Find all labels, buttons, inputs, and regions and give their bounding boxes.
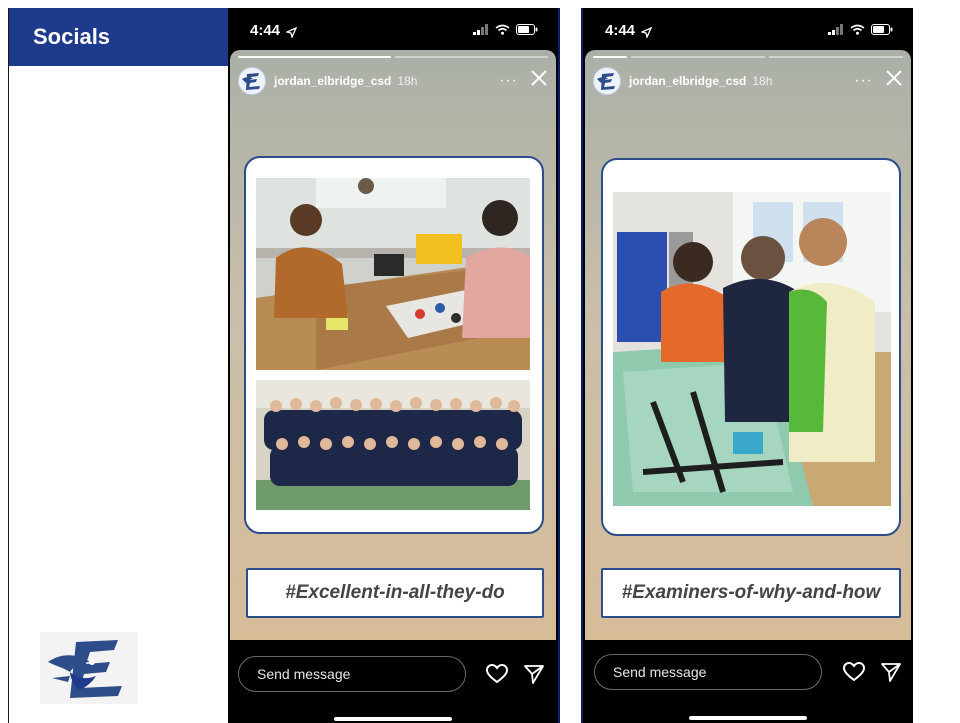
wifi-icon [495, 22, 510, 39]
photo-card [244, 156, 544, 534]
signal-icon [828, 22, 844, 39]
send-message-input[interactable]: Send message [594, 654, 822, 690]
story-user-row: jordan_elbridge_csd 18h ··· [238, 66, 548, 96]
status-bar: 4:44 [583, 8, 913, 52]
location-arrow-icon [285, 25, 298, 42]
more-icon[interactable]: ··· [499, 72, 518, 90]
post-age: 18h [752, 74, 773, 88]
status-time: 4:44 [605, 22, 636, 39]
post-age: 18h [397, 74, 418, 88]
username[interactable]: jordan_elbridge_csd [274, 74, 391, 88]
heart-icon[interactable] [485, 663, 509, 689]
story-progress [593, 56, 903, 58]
battery-icon [871, 22, 893, 39]
close-icon[interactable] [885, 69, 903, 93]
send-message-input[interactable]: Send message [238, 656, 466, 692]
more-icon[interactable]: ··· [854, 72, 873, 90]
eagle-logo-icon [40, 632, 138, 704]
location-arrow-icon [640, 25, 653, 42]
signal-icon [473, 22, 489, 39]
photo-card [601, 158, 901, 536]
story-content[interactable]: jordan_elbridge_csd 18h ··· [585, 50, 911, 640]
story-caption: #Excellent-in-all-they-do [246, 568, 544, 618]
username[interactable]: jordan_elbridge_csd [629, 74, 746, 88]
status-bar: 4:44 [228, 8, 558, 52]
photo-robotics-table [256, 178, 530, 370]
status-time: 4:44 [250, 22, 281, 39]
heart-icon[interactable] [842, 661, 866, 687]
story-progress [238, 56, 548, 58]
battery-icon [516, 22, 538, 39]
home-indicator [334, 717, 452, 721]
avatar[interactable] [593, 67, 621, 95]
story-phone-2: 4:44 jordan_elbridge_csd 18h ··· #Examin… [583, 8, 913, 723]
story-content[interactable]: jordan_elbridge_csd 18h ··· [230, 50, 556, 640]
story-phone-1: 4:44 jordan_elbridge_csd 18h ··· #Excell… [228, 8, 558, 723]
avatar[interactable] [238, 67, 266, 95]
socials-header: Socials [9, 8, 228, 66]
sidebar-border [8, 8, 9, 723]
wifi-icon [850, 22, 865, 39]
close-icon[interactable] [530, 69, 548, 93]
phone-divider [558, 8, 583, 723]
photo-robotics-field [613, 192, 891, 506]
story-caption: #Examiners-of-why-and-how [601, 568, 901, 618]
send-icon[interactable] [881, 662, 901, 687]
story-user-row: jordan_elbridge_csd 18h ··· [593, 66, 903, 96]
photo-team-group [256, 380, 530, 510]
home-indicator [689, 716, 807, 720]
send-icon[interactable] [524, 664, 544, 689]
